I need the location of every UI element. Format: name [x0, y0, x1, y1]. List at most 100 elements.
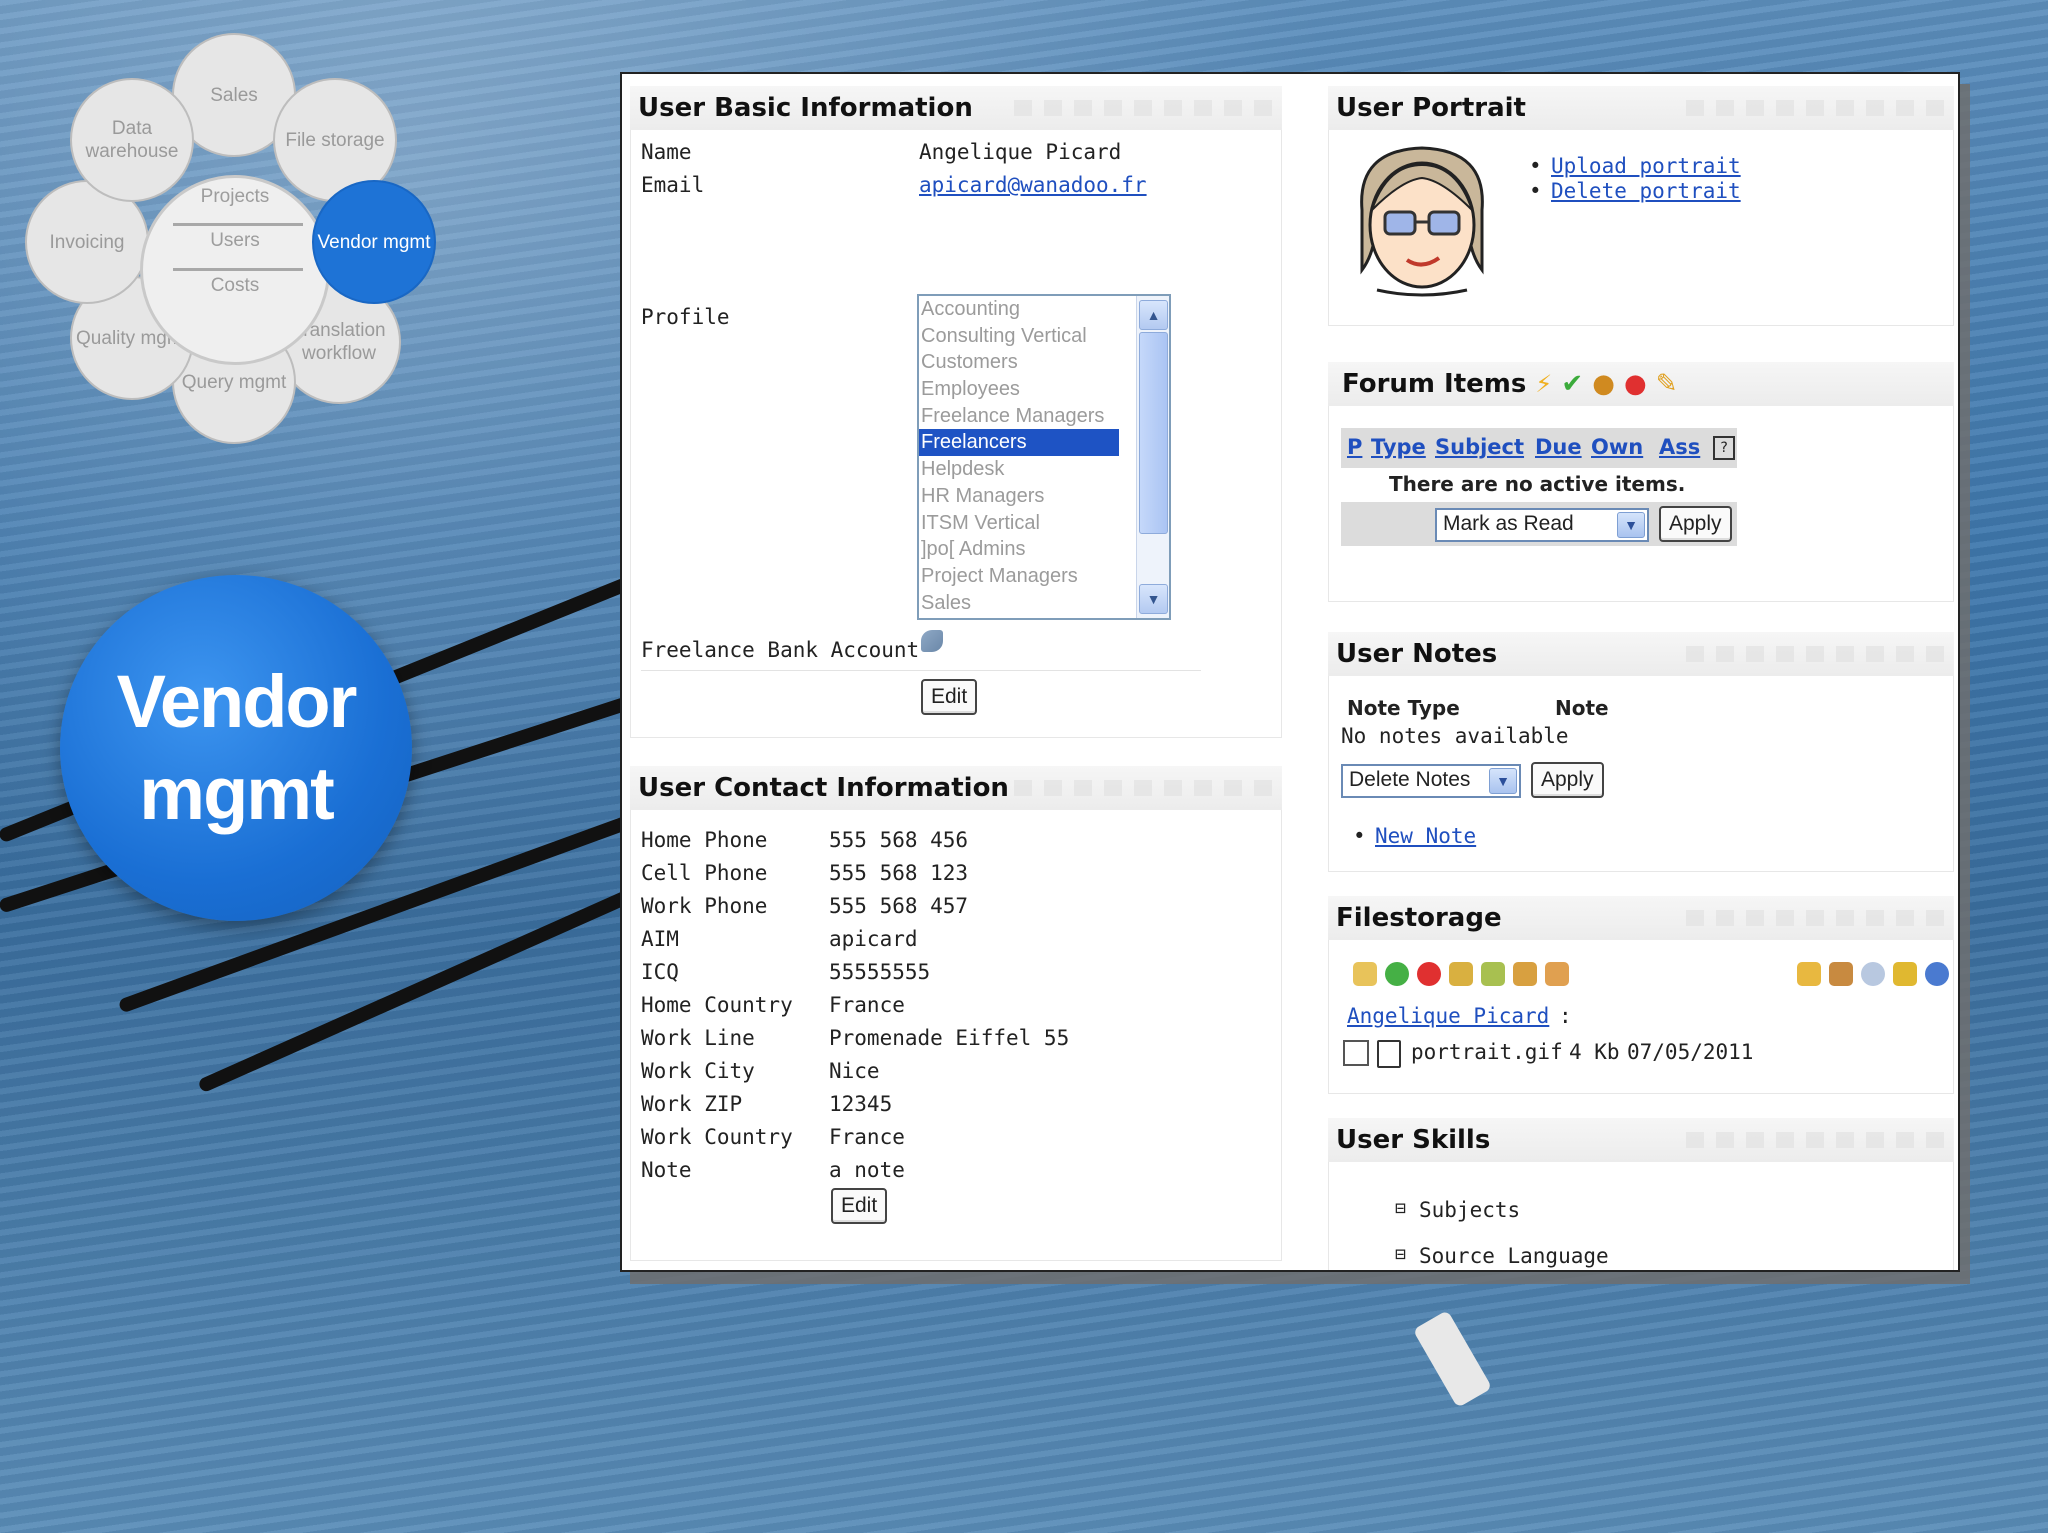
users-icon[interactable]: [1797, 962, 1821, 986]
scroll-up-icon[interactable]: ▲: [1139, 300, 1168, 330]
profile-option[interactable]: HR Managers: [919, 483, 1169, 510]
profile-option[interactable]: ]po[ Admins: [919, 536, 1169, 563]
notes-action-value: Delete Notes: [1349, 768, 1471, 791]
work-city-value: Nice: [829, 1059, 880, 1083]
key-icon[interactable]: [1893, 962, 1917, 986]
work-phone-value: 555 568 457: [829, 894, 969, 918]
contact-info-edit-button[interactable]: Edit: [831, 1188, 888, 1224]
skills-title-text: User Skills: [1336, 1125, 1491, 1155]
notes-action-select[interactable]: Delete Notes ▼: [1341, 764, 1521, 798]
skills-title: User Skills: [1328, 1118, 1954, 1162]
notes-col-note: Note: [1555, 696, 1609, 720]
notes-apply-button[interactable]: Apply: [1531, 762, 1604, 798]
cell-phone-label: Cell Phone: [641, 861, 768, 885]
portrait-box: User Portrait • Upload portrait • Delete…: [1328, 86, 1954, 326]
file-owner-link[interactable]: Angelique Picard: [1347, 1004, 1549, 1028]
portrait-body: • Upload portrait • Delete portrait: [1328, 130, 1954, 326]
collapse-icon[interactable]: ⊟: [1395, 1198, 1406, 1219]
help-icon[interactable]: ?: [1713, 436, 1735, 460]
profile-option[interactable]: Freelance Managers: [919, 403, 1169, 430]
file-size: 4 Kb: [1569, 1040, 1620, 1064]
scroll-thumb[interactable]: [1139, 332, 1168, 534]
wrench-icon[interactable]: [921, 630, 943, 652]
lock-icon[interactable]: [1513, 962, 1537, 986]
user-icon[interactable]: [1925, 962, 1949, 986]
delete-icon[interactable]: [1417, 962, 1441, 986]
name-label: Name: [641, 140, 692, 164]
profile-option[interactable]: Helpdesk: [919, 456, 1169, 483]
forum-box: Forum Items ⚡ ✔ ● ● ✎ P Type Subject Due…: [1328, 362, 1954, 602]
file-name[interactable]: portrait.gif: [1411, 1040, 1563, 1064]
upload-portrait-link[interactable]: Upload portrait: [1551, 154, 1741, 178]
profile-scrollbar[interactable]: ▲ ▼: [1136, 296, 1169, 618]
file-icon: [1377, 1040, 1401, 1068]
work-zip-label: Work ZIP: [641, 1092, 743, 1116]
forum-empty-message: There are no active items.: [1389, 472, 1686, 496]
new-folder-icon[interactable]: [1353, 962, 1377, 986]
profile-option[interactable]: ITSM Vertical: [919, 510, 1169, 537]
note-value: a note: [829, 1158, 905, 1182]
work-line-value: Promenade Eiffel 55: [829, 1026, 1070, 1050]
forum-apply-button[interactable]: Apply: [1659, 506, 1732, 542]
portlet-controls: [1014, 780, 1274, 796]
hub-projects: Projects: [200, 186, 270, 207]
notes-body: Note Type Note No notes available Delete…: [1328, 676, 1954, 872]
col-type[interactable]: Type: [1371, 435, 1426, 459]
badge-line-2: mgmt: [139, 752, 334, 835]
col-subject[interactable]: Subject: [1435, 435, 1524, 459]
aim-value: apicard: [829, 927, 918, 951]
portlet-controls: [1686, 100, 1946, 116]
add-icon[interactable]: [1385, 962, 1409, 986]
clock-icon[interactable]: [1861, 962, 1885, 986]
profile-listbox[interactable]: Accounting Consulting Vertical Customers…: [917, 294, 1171, 620]
user-profile-window: User Basic Information Name Angelique Pi…: [620, 72, 1960, 1272]
col-priority[interactable]: P: [1347, 435, 1362, 459]
portlet-controls: [1686, 646, 1946, 662]
profile-option-selected[interactable]: Freelancers: [919, 429, 1119, 457]
work-zip-value: 12345: [829, 1092, 893, 1116]
email-link[interactable]: apicard@wanadoo.fr: [919, 173, 1147, 197]
new-note-link[interactable]: New Note: [1375, 824, 1476, 848]
portlet-controls: [1686, 1132, 1946, 1148]
col-owner[interactable]: Own: [1591, 435, 1643, 459]
filestorage-title-text: Filestorage: [1336, 903, 1502, 933]
download-icon[interactable]: [1481, 962, 1505, 986]
lightning-icon: ⚡: [1535, 370, 1553, 398]
forum-action-select[interactable]: Mark as Read ▼: [1435, 508, 1649, 542]
basic-info-box: User Basic Information Name Angelique Pi…: [630, 86, 1282, 738]
basic-info-edit-button[interactable]: Edit: [921, 679, 978, 715]
forum-title: Forum Items ⚡ ✔ ● ● ✎: [1328, 362, 1954, 406]
col-assignee[interactable]: Ass: [1659, 435, 1700, 459]
oar-blade: [1412, 1310, 1493, 1408]
hub-divider: [173, 223, 303, 226]
icq-label: ICQ: [641, 960, 679, 984]
scroll-down-icon[interactable]: ▼: [1139, 584, 1168, 614]
name-value: Angelique Picard: [919, 140, 1122, 164]
notes-title-text: User Notes: [1336, 639, 1498, 669]
collapse-icon[interactable]: ⊟: [1395, 1244, 1406, 1265]
contact-info-box: User Contact Information Home Phone 555 …: [630, 766, 1282, 1261]
aim-label: AIM: [641, 927, 679, 951]
profile-option[interactable]: Customers: [919, 349, 1169, 376]
profile-option[interactable]: Project Managers: [919, 563, 1169, 590]
profile-option[interactable]: Employees: [919, 376, 1169, 403]
unlock-icon[interactable]: [1545, 962, 1569, 986]
col-due[interactable]: Due: [1535, 435, 1582, 459]
notes-title: User Notes: [1328, 632, 1954, 676]
profile-option[interactable]: Sales: [919, 590, 1169, 617]
upload-icon[interactable]: [1449, 962, 1473, 986]
basic-info-title-text: User Basic Information: [638, 93, 973, 123]
file-checkbox[interactable]: [1343, 1040, 1369, 1066]
portrait-title-text: User Portrait: [1336, 93, 1526, 123]
skill-source-language[interactable]: Source Language: [1419, 1244, 1609, 1268]
delete-portrait-link[interactable]: Delete portrait: [1551, 179, 1741, 203]
file-date: 07/05/2011: [1627, 1040, 1754, 1064]
contact-info-title-text: User Contact Information: [638, 773, 1009, 803]
work-country-value: France: [829, 1125, 905, 1149]
forum-title-text: Forum Items: [1342, 369, 1527, 399]
skill-subjects[interactable]: Subjects: [1419, 1198, 1520, 1222]
hub-divider: [173, 268, 303, 271]
profile-option[interactable]: Consulting Vertical: [919, 323, 1169, 350]
home-icon[interactable]: [1829, 962, 1853, 986]
profile-option[interactable]: Accounting: [919, 296, 1169, 323]
